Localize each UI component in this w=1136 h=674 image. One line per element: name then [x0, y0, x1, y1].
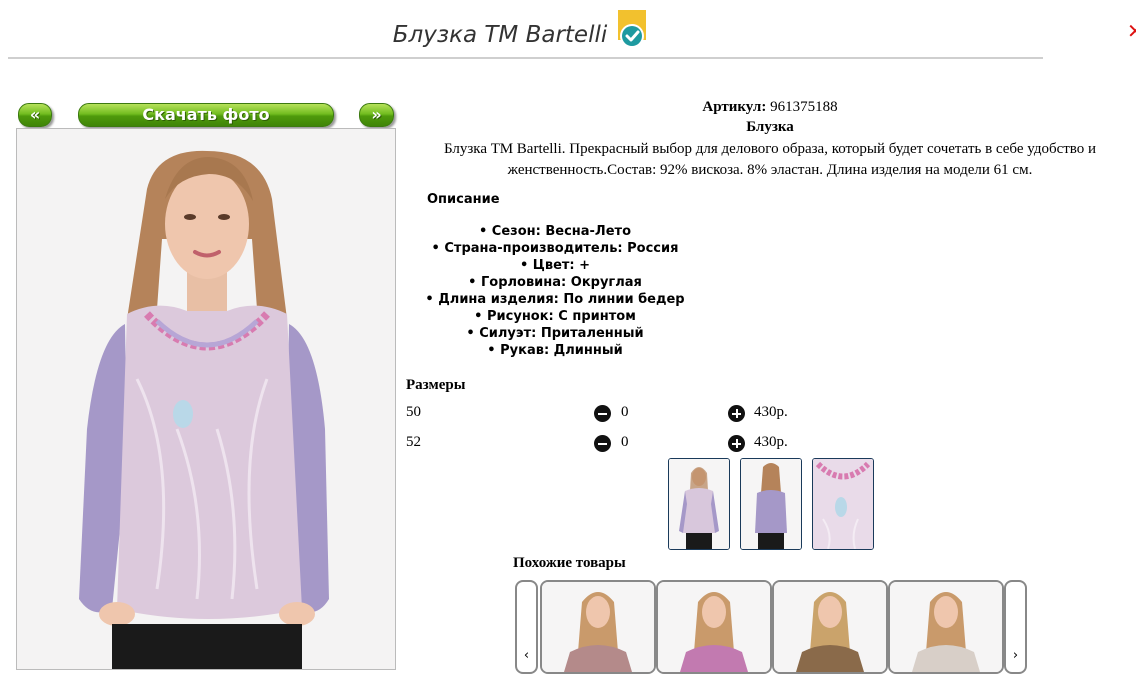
minus-circle-icon[interactable]	[594, 405, 611, 422]
similar-product-card[interactable]	[656, 580, 772, 674]
prev-photo-button[interactable]: «	[18, 103, 52, 127]
size-row: 52 0 430р.	[406, 434, 826, 456]
property-item: • Горловина: Округлая	[468, 275, 642, 290]
property-item: • Сезон: Весна-Лето	[478, 224, 632, 239]
price-value: 430р.	[754, 434, 788, 450]
similar-products-heading: Похожие товары	[513, 555, 626, 571]
close-icon[interactable]: ✕	[1127, 20, 1136, 42]
product-category: Блузка	[746, 119, 794, 135]
properties-list: • Сезон: Весна-Лето • Страна-производите…	[420, 223, 690, 359]
similar-next-button[interactable]: ›	[1004, 580, 1027, 674]
article-label: Артикул:	[702, 99, 767, 115]
download-photo-button[interactable]: Скачать фото	[78, 103, 334, 127]
minus-circle-icon[interactable]	[594, 435, 611, 452]
similar-prev-button[interactable]: ‹	[515, 580, 538, 674]
next-photo-button[interactable]: »	[359, 103, 394, 127]
photo-thumbnail[interactable]	[740, 458, 802, 550]
similar-product-card[interactable]	[888, 580, 1004, 674]
product-description-text: Блузка ТМ Bartelli. Прекрасный выбор для…	[443, 141, 1097, 178]
photo-thumbnail[interactable]	[812, 458, 874, 550]
plus-circle-icon[interactable]	[728, 405, 745, 422]
similar-product-card[interactable]	[540, 580, 656, 674]
size-value: 52	[406, 434, 421, 450]
quantity-value: 0	[621, 404, 629, 420]
size-value: 50	[406, 404, 421, 420]
photo-thumbnail[interactable]	[668, 458, 730, 550]
check-badge-icon	[618, 10, 646, 48]
article-value: 961375188	[770, 99, 838, 115]
title-divider	[8, 57, 1043, 59]
plus-circle-icon[interactable]	[728, 435, 745, 452]
quantity-value: 0	[621, 434, 629, 450]
article-line: Артикул: 961375188	[420, 99, 1120, 116]
description-heading: Описание	[427, 192, 500, 207]
page-title: Блузка ТМ Bartelli	[392, 22, 608, 48]
sizes-heading: Размеры	[406, 377, 466, 393]
property-item: • Рукав: Длинный	[487, 343, 623, 358]
price-value: 430р.	[754, 404, 788, 420]
main-product-photo[interactable]	[16, 128, 396, 670]
property-item: • Рисунок: С принтом	[474, 309, 636, 324]
property-item: • Длина изделия: По линии бедер	[425, 292, 685, 307]
property-item: • Силуэт: Приталенный	[466, 326, 644, 341]
property-item: • Цвет: +	[519, 258, 591, 273]
similar-product-card[interactable]	[772, 580, 888, 674]
property-item: • Страна-производитель: Россия	[431, 241, 679, 256]
size-row: 50 0 430р.	[406, 404, 826, 426]
